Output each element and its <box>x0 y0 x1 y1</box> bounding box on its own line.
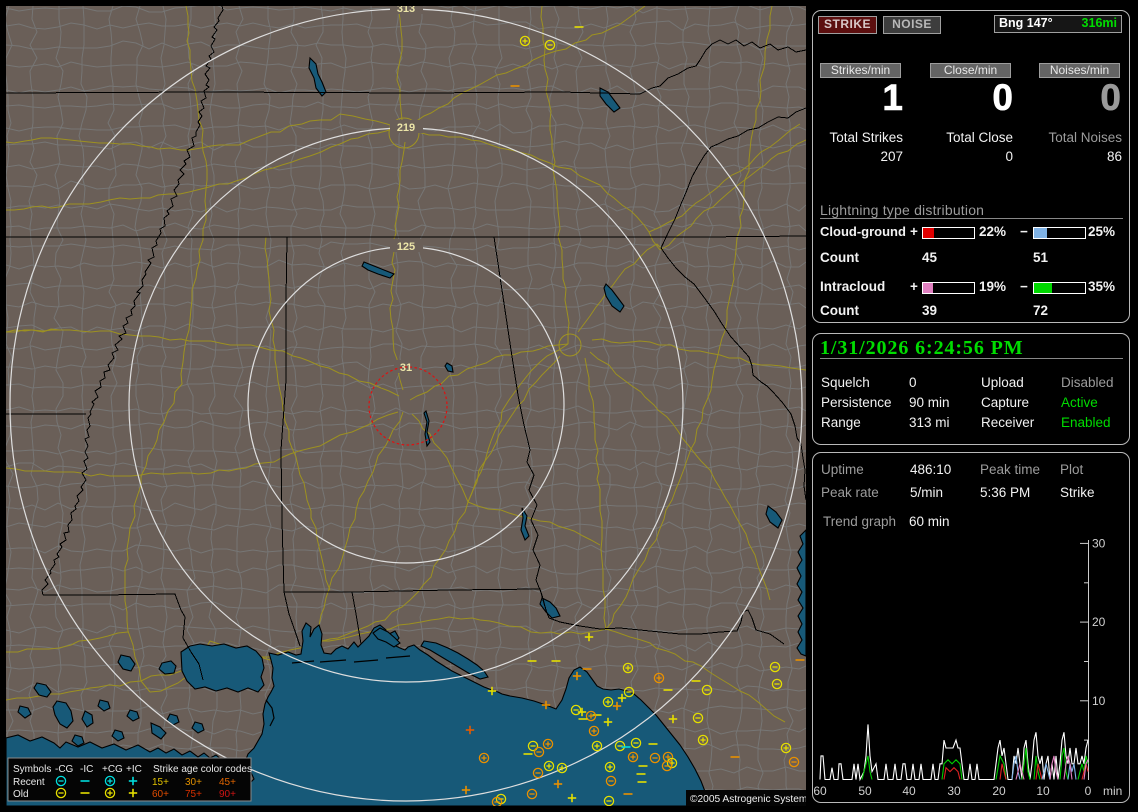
svg-text:40: 40 <box>902 784 916 798</box>
svg-text:Symbols: Symbols <box>13 764 51 775</box>
svg-text:50: 50 <box>858 784 872 798</box>
svg-text:20: 20 <box>1092 615 1106 629</box>
svg-text:30+: 30+ <box>185 777 202 788</box>
svg-text:45+: 45+ <box>219 777 236 788</box>
svg-text:-IC: -IC <box>80 764 93 775</box>
svg-text:125: 125 <box>397 241 415 253</box>
svg-text:219: 219 <box>397 122 415 134</box>
svg-text:75+: 75+ <box>185 789 202 800</box>
svg-text:90+: 90+ <box>219 789 236 800</box>
svg-text:Recent: Recent <box>13 777 45 788</box>
svg-text:31: 31 <box>400 362 412 374</box>
svg-text:30: 30 <box>1092 536 1106 550</box>
svg-text:10: 10 <box>1036 784 1050 798</box>
svg-text:30: 30 <box>947 784 961 798</box>
svg-text:10: 10 <box>1092 694 1106 708</box>
svg-text:20: 20 <box>992 784 1006 798</box>
svg-text:15+: 15+ <box>152 777 169 788</box>
svg-text:0: 0 <box>1085 784 1092 798</box>
svg-text:60+: 60+ <box>152 789 169 800</box>
svg-text:60: 60 <box>813 784 827 798</box>
svg-text:-CG: -CG <box>55 764 74 775</box>
svg-text:Strike age color codes: Strike age color codes <box>153 764 252 775</box>
svg-text:313: 313 <box>397 6 415 15</box>
svg-text:+IC: +IC <box>126 764 142 775</box>
svg-text:min: min <box>1103 784 1122 798</box>
svg-text:+CG: +CG <box>102 764 123 775</box>
svg-text:©2005 Astrogenic Systems: ©2005 Astrogenic Systems <box>690 794 806 805</box>
svg-text:Old: Old <box>13 789 29 800</box>
